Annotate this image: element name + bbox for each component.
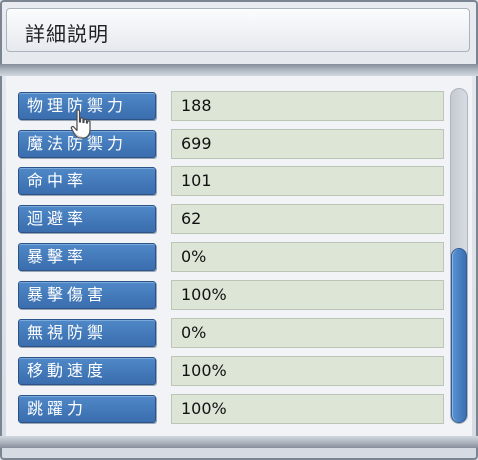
stat-label-critical-rate[interactable]: 暴擊率 — [18, 243, 156, 271]
stat-label-accuracy[interactable]: 命中率 — [18, 167, 156, 195]
title-bar: 詳細説明 — [6, 8, 470, 52]
stat-label-critical-damage[interactable]: 暴擊傷害 — [18, 281, 156, 309]
stat-value-magic-defense: 699 — [171, 129, 444, 159]
detail-window: 詳細説明 物理防禦力 188 魔法防禦力 699 命中率 101 迴避率 62 … — [0, 0, 478, 460]
stat-row-critical-rate: 暴擊率 0% — [18, 241, 444, 273]
stat-value-accuracy: 101 — [171, 166, 444, 196]
stat-value-critical-damage: 100% — [171, 280, 444, 310]
scrollbar-thumb[interactable] — [451, 248, 467, 423]
stat-row-evasion: 迴避率 62 — [18, 203, 444, 235]
stat-row-move-speed: 移動速度 100% — [18, 355, 444, 387]
stat-row-ignore-defense: 無視防禦 0% — [18, 317, 444, 349]
stat-value-ignore-defense: 0% — [171, 318, 444, 348]
footer-divider — [0, 436, 478, 448]
stat-label-jump[interactable]: 跳躍力 — [18, 395, 156, 423]
stat-value-move-speed: 100% — [171, 356, 444, 386]
window-title: 詳細説明 — [25, 22, 109, 46]
stat-label-ignore-defense[interactable]: 無視防禦 — [18, 319, 156, 347]
stat-value-jump: 100% — [171, 394, 444, 424]
stat-label-move-speed[interactable]: 移動速度 — [18, 357, 156, 385]
stat-value-critical-rate: 0% — [171, 242, 444, 272]
stat-value-evasion: 62 — [171, 204, 444, 234]
stat-row-critical-damage: 暴擊傷害 100% — [18, 279, 444, 311]
vertical-scrollbar[interactable] — [450, 88, 470, 424]
stat-row-accuracy: 命中率 101 — [18, 165, 444, 197]
header-divider — [0, 64, 478, 76]
stat-label-evasion[interactable]: 迴避率 — [18, 205, 156, 233]
stat-value-physical-defense: 188 — [171, 91, 444, 121]
hand-pointer-icon — [70, 109, 91, 139]
stat-row-jump: 跳躍力 100% — [18, 393, 444, 425]
